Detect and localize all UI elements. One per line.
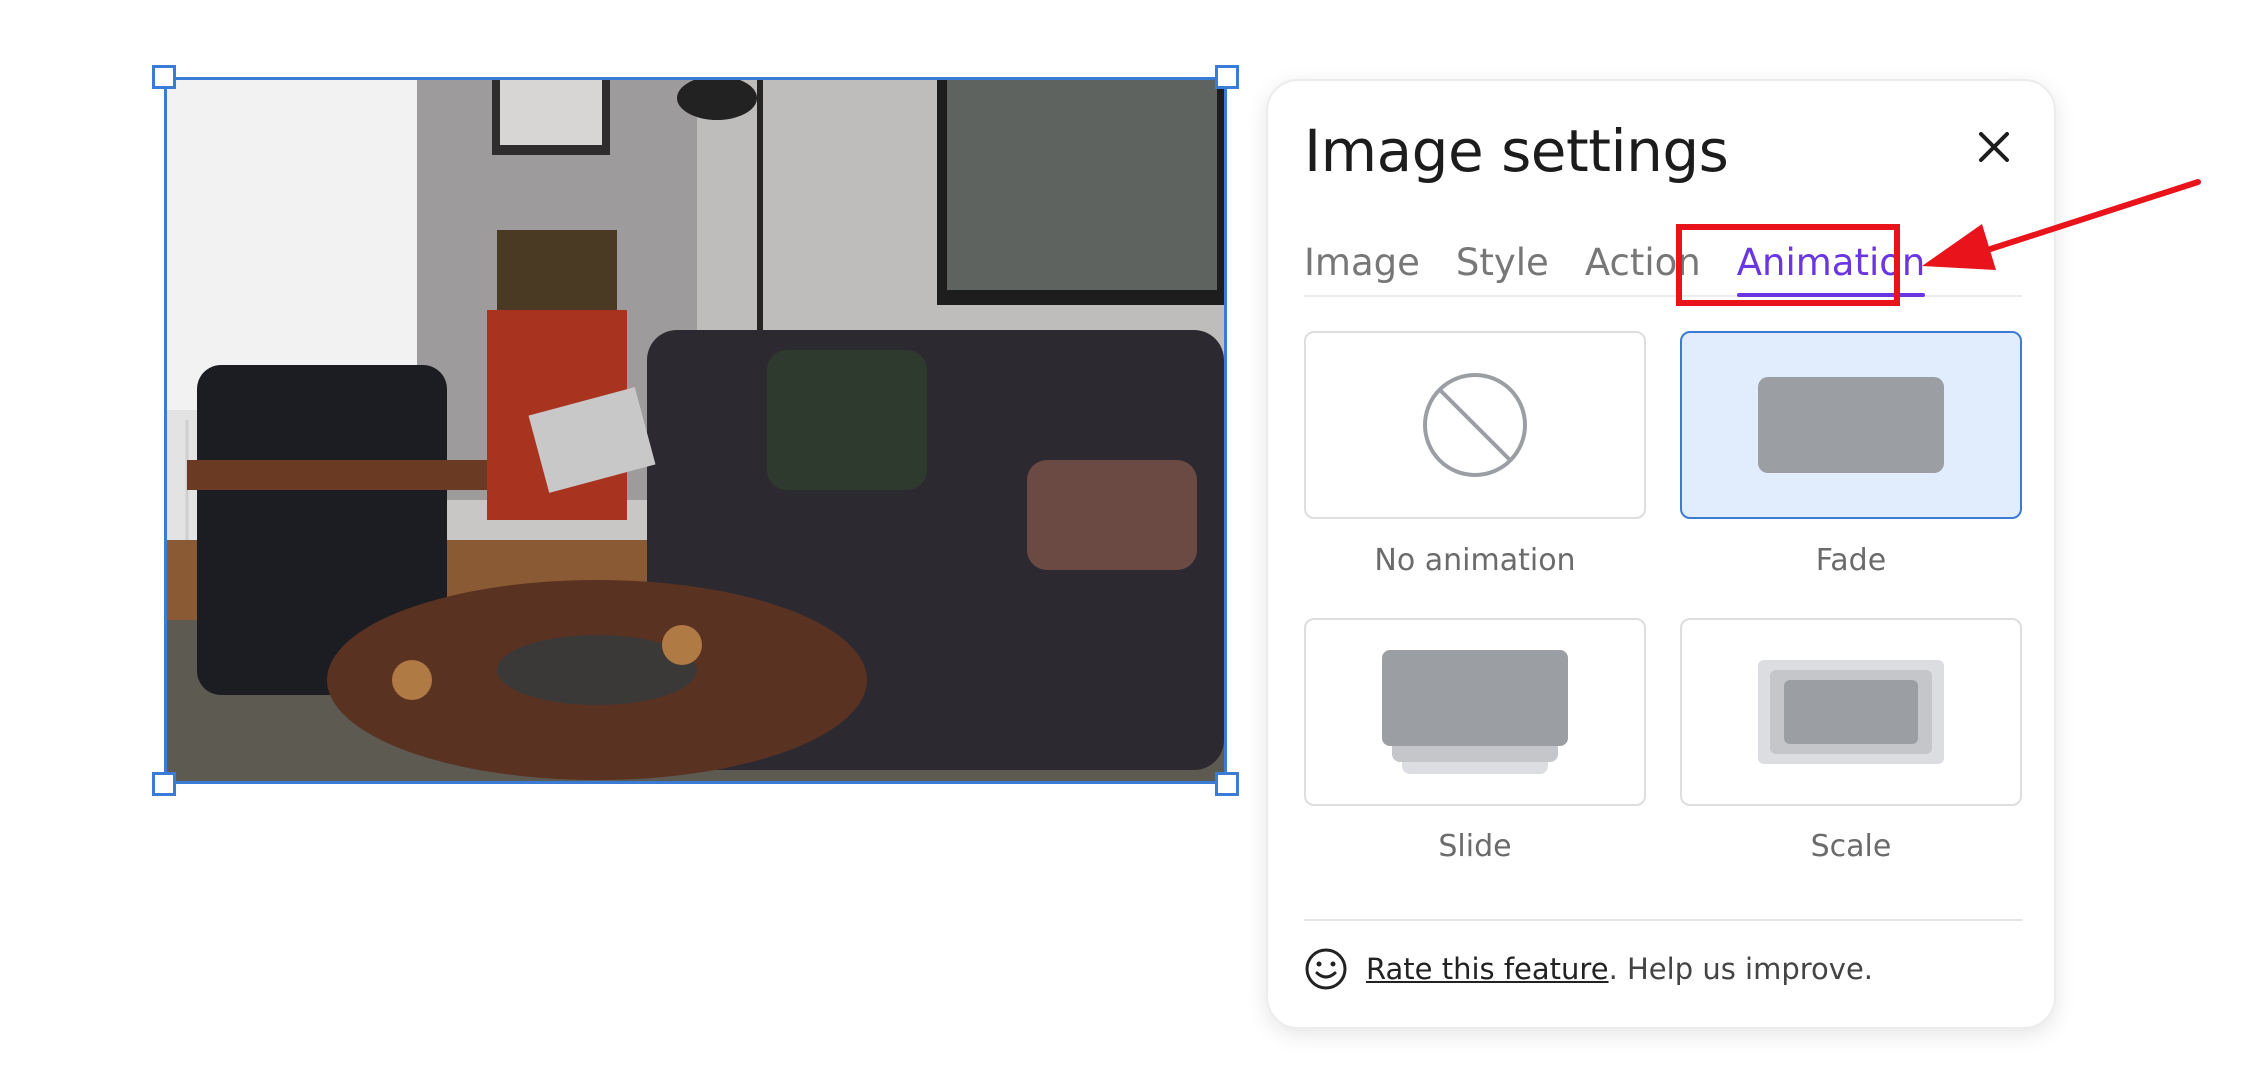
resize-handle-top-right[interactable] — [1215, 65, 1239, 89]
close-icon — [1979, 132, 2009, 162]
panel-title: Image settings — [1304, 117, 1729, 185]
animation-label-fade: Fade — [1815, 543, 1887, 578]
smiley-icon — [1304, 947, 1348, 991]
animation-option-scale[interactable] — [1680, 618, 2022, 806]
scale-icon — [1758, 660, 1944, 764]
living-room-photo — [167, 80, 1224, 781]
animation-option-none[interactable] — [1304, 331, 1646, 519]
annotation-arrow-icon — [1922, 179, 2201, 270]
feedback-suffix: . Help us improve. — [1608, 952, 1874, 986]
resize-handle-bottom-left[interactable] — [152, 772, 176, 796]
animation-label-none: No animation — [1374, 543, 1576, 578]
tab-style[interactable]: Style — [1456, 239, 1549, 293]
feedback-footer: Rate this feature . Help us improve. — [1304, 939, 1873, 999]
resize-handle-top-left[interactable] — [152, 65, 176, 89]
animation-label-slide: Slide — [1438, 829, 1512, 864]
footer-divider — [1304, 919, 2022, 921]
animation-label-scale: Scale — [1810, 829, 1892, 864]
tab-image[interactable]: Image — [1304, 239, 1420, 293]
animation-option-slide[interactable] — [1304, 618, 1646, 806]
fade-icon — [1758, 377, 1944, 473]
close-button[interactable] — [1966, 119, 2022, 175]
no-animation-icon — [1423, 373, 1527, 477]
resize-handle-bottom-right[interactable] — [1215, 772, 1239, 796]
annotation-highlight-box — [1676, 224, 1900, 306]
animation-option-fade[interactable] — [1680, 331, 2022, 519]
rate-feature-link[interactable]: Rate this feature — [1366, 952, 1609, 986]
slide-icon — [1382, 650, 1568, 774]
selected-image[interactable] — [164, 77, 1227, 784]
